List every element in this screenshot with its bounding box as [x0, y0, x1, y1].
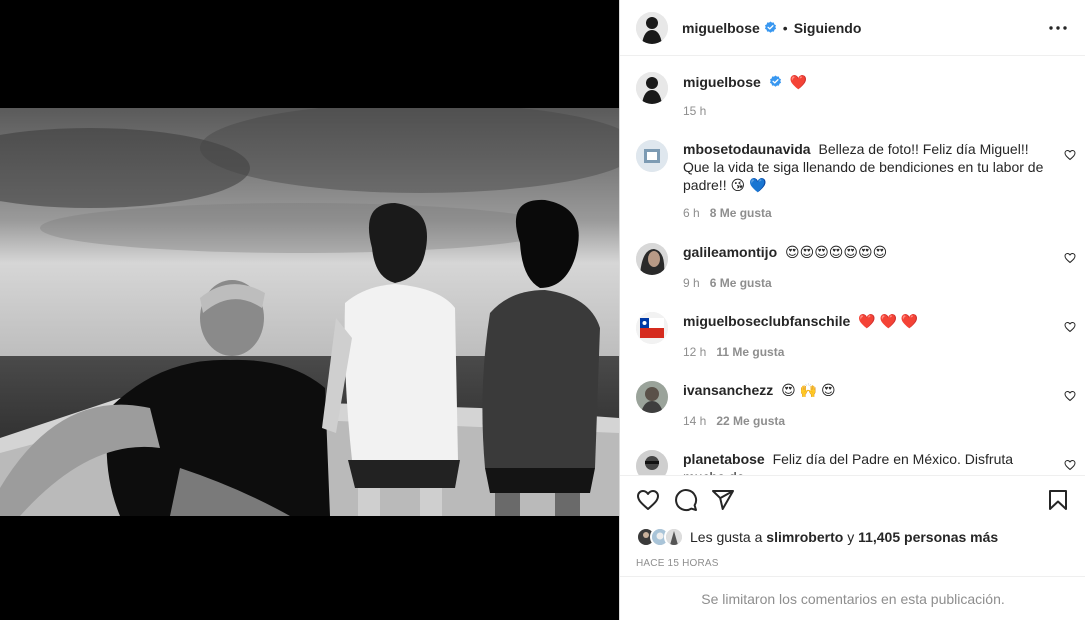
- comment-username[interactable]: planetabose: [683, 451, 765, 467]
- comment-username[interactable]: mbosetodaunavida: [683, 141, 811, 157]
- caption-username[interactable]: miguelbose: [683, 74, 761, 90]
- comment-meta: 6 h 8 Me gusta: [683, 206, 772, 220]
- caption-time: 15 h: [683, 104, 707, 118]
- comment-likes[interactable]: 11 Me gusta: [716, 345, 784, 359]
- comment-text: 😍 🙌 😍: [781, 382, 836, 398]
- comment-text: ❤️ ❤️ ❤️: [858, 313, 919, 329]
- comment-likes[interactable]: 8 Me gusta: [710, 206, 772, 220]
- comments-list[interactable]: miguelbose ❤️ 15 h mbosetodaunavida Bell…: [620, 57, 1085, 475]
- author-avatar[interactable]: [636, 11, 668, 44]
- heart-icon[interactable]: [1064, 459, 1076, 471]
- comment-icon[interactable]: [674, 488, 698, 512]
- action-bar: [620, 475, 1085, 525]
- heart-icon[interactable]: [636, 488, 660, 512]
- comment-time: 14 h: [683, 414, 707, 428]
- post-header: miguelbose • Siguiendo: [620, 0, 1085, 56]
- likes-prefix: Les gusta a: [690, 529, 763, 545]
- liker-avatar: [664, 527, 684, 547]
- post-details-panel: miguelbose • Siguiendo miguelbose ❤️ 15 …: [619, 0, 1085, 620]
- comment-meta: 9 h 6 Me gusta: [683, 276, 772, 290]
- comment-username[interactable]: ivansanchezz: [683, 382, 773, 398]
- comment-likes[interactable]: 6 Me gusta: [710, 276, 772, 290]
- heart-icon[interactable]: [1064, 252, 1076, 264]
- comment-avatar[interactable]: [636, 243, 668, 275]
- post-photo[interactable]: [0, 108, 619, 516]
- comment-avatar[interactable]: [636, 140, 668, 172]
- comment-likes[interactable]: 22 Me gusta: [716, 414, 785, 428]
- comment-avatar[interactable]: [636, 381, 668, 413]
- comment-time: 12 h: [683, 345, 707, 359]
- post-media: [0, 0, 619, 620]
- comment-text: 😍😍😍😍😍😍😍: [785, 244, 888, 260]
- post-timestamp: HACE 15 HORAS: [636, 558, 719, 569]
- liker-username[interactable]: slimroberto: [766, 529, 843, 545]
- bookmark-icon[interactable]: [1046, 488, 1070, 512]
- comment-time: 6 h: [683, 206, 700, 220]
- heart-icon[interactable]: [1064, 390, 1076, 402]
- heart-icon[interactable]: [1064, 149, 1076, 161]
- verified-badge-icon: [764, 21, 776, 33]
- more-options-icon[interactable]: [1048, 18, 1068, 38]
- comments-limited-notice: Se limitaron los comentarios en esta pub…: [620, 576, 1085, 620]
- header-separator: •: [782, 19, 788, 36]
- caption-avatar[interactable]: [636, 72, 668, 104]
- comment-avatar[interactable]: [636, 450, 668, 475]
- likes-connector: y: [847, 529, 855, 545]
- comment-avatar[interactable]: [636, 312, 668, 344]
- verified-badge-icon: [769, 75, 781, 87]
- comment-username[interactable]: galileamontijo: [683, 244, 777, 260]
- comment-time: 9 h: [683, 276, 700, 290]
- caption-text: ❤️: [789, 74, 808, 90]
- comment-meta: 14 h 22 Me gusta: [683, 414, 785, 428]
- likes-text: Les gusta a slimroberto y 11,405 persona…: [690, 529, 998, 545]
- author-username[interactable]: miguelbose: [682, 20, 760, 36]
- likes-summary: Les gusta a slimroberto y 11,405 persona…: [636, 526, 998, 548]
- comment-username[interactable]: miguelboseclubfanschile: [683, 313, 850, 329]
- following-button[interactable]: Siguiendo: [794, 20, 862, 36]
- heart-icon[interactable]: [1064, 321, 1076, 333]
- likes-count-link[interactable]: 11,405 personas más: [858, 529, 998, 545]
- send-icon[interactable]: [711, 488, 735, 512]
- comment-meta: 12 h 11 Me gusta: [683, 345, 784, 359]
